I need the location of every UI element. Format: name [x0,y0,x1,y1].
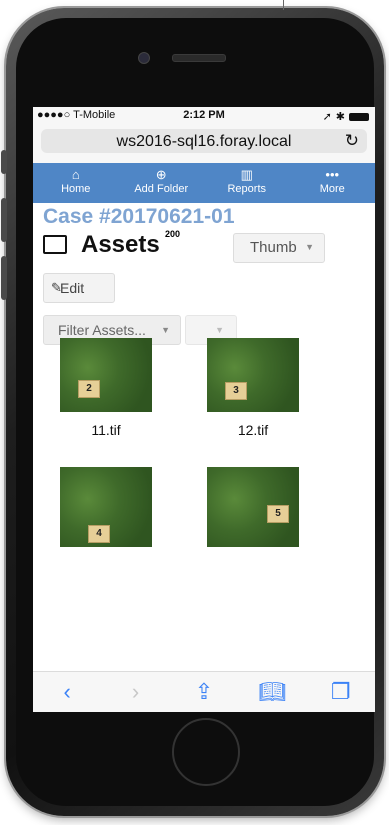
pencil-icon: ✎ [51,280,62,295]
image-icon [43,235,67,254]
nav-add-folder[interactable]: ⊕ Add Folder [119,163,205,203]
plus-circle-icon: ⊕ [155,167,167,182]
assets-header: Assets 200 Thumb ▼ [43,229,365,265]
nav-more-label: More [319,183,345,195]
edit-label: Edit [60,280,85,296]
mute-switch [1,150,7,174]
asset-filename[interactable]: 11.tif [60,422,152,438]
view-mode-value: Thumb [250,239,297,256]
nav-home[interactable]: ⌂ Home [33,163,119,203]
bluetooth-icon: ✱ [335,111,345,123]
battery-icon [349,112,369,121]
asset-tile[interactable]: 2 11.tif [60,338,152,438]
asset-filename[interactable]: 12.tif [207,422,299,438]
volume-down-button [1,256,7,300]
share-icon[interactable]: ⇪ [184,679,224,705]
nav-add-folder-label: Add Folder [134,183,189,195]
browser-address-area: ws2016-sql16.foray.local ↻ [33,123,375,163]
evidence-marker: 2 [78,380,100,398]
evidence-marker: 3 [225,382,247,400]
asset-thumbnail[interactable]: 4 [60,467,152,547]
nav-reports-label: Reports [227,183,267,195]
earpiece-speaker [172,54,226,62]
assets-title: Assets [81,231,160,258]
caret-down-icon: ▼ [161,325,170,335]
bookmarks-icon[interactable]: 📖︎ [252,679,292,705]
ellipsis-icon: ••• [325,167,340,182]
bar-chart-icon: ▥ [240,167,253,182]
tabs-icon[interactable]: ❐ [321,679,361,705]
asset-tile[interactable]: 5 [207,467,299,547]
safari-toolbar: ‹ › ⇪ 📖︎ ❐ [33,671,375,712]
status-icons: ➚ ✱ [323,110,369,123]
filter-assets-placeholder: Filter Assets... [58,322,146,338]
app-navbar: ⌂ Home ⊕ Add Folder ▥ Reports ••• More [33,163,375,203]
nav-more[interactable]: ••• More [290,163,376,203]
url-text[interactable]: ws2016-sql16.foray.local [41,133,367,151]
nav-home-label: Home [61,183,91,195]
nav-reports[interactable]: ▥ Reports [204,163,290,203]
front-camera [138,52,150,64]
power-button [283,0,284,10]
location-arrow-icon: ➚ [322,111,332,123]
evidence-marker: 4 [88,525,110,543]
asset-tile[interactable]: 4 [60,467,152,547]
reload-icon[interactable]: ↻ [345,131,359,151]
address-bar[interactable]: ws2016-sql16.foray.local ↻ [41,129,367,153]
assets-count-badge: 200 [165,229,181,239]
home-button[interactable] [172,718,240,786]
back-chevron-icon[interactable]: ‹ [47,679,87,705]
asset-thumbnail[interactable]: 3 [207,338,299,412]
view-mode-select[interactable]: Thumb ▼ [233,233,325,263]
caret-down-icon: ▼ [305,242,314,252]
main-content: Case #20170621-01 Assets 200 Thumb ▼ ✎ E… [33,205,375,676]
caret-down-icon: ▼ [215,325,224,335]
evidence-marker: 5 [267,505,289,523]
home-icon: ⌂ [71,167,80,182]
volume-up-button [1,198,7,242]
asset-thumbnail[interactable]: 2 [60,338,152,412]
status-bar: ●●●●○ T-Mobile 2:12 PM ➚ ✱ [33,107,375,123]
edit-button[interactable]: ✎ Edit [43,273,115,303]
asset-thumbnail[interactable]: 5 [207,467,299,547]
phone-screen: ●●●●○ T-Mobile 2:12 PM ➚ ✱ ws2016-sql16.… [33,107,375,712]
asset-tile[interactable]: 3 12.tif [207,338,299,438]
case-title[interactable]: Case #20170621-01 [43,205,365,229]
forward-chevron-icon[interactable]: › [116,679,156,705]
